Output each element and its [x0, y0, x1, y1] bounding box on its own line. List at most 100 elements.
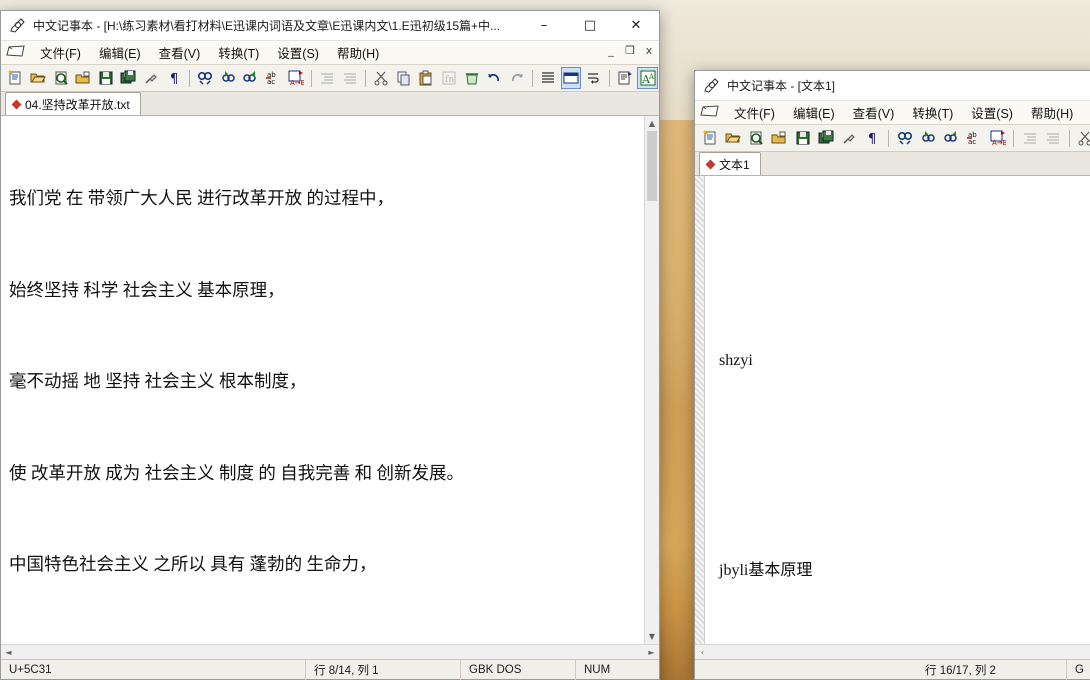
- font-icon[interactable]: AA: [637, 67, 658, 89]
- replace-icon[interactable]: ab ac: [263, 67, 284, 89]
- scroll-left-arrow-icon[interactable]: ◄: [1, 648, 16, 657]
- open-folder-icon[interactable]: [28, 67, 49, 89]
- statusbar-second: 行 16/17, 列 2 G: [695, 659, 1090, 680]
- window-title: 中文记事本 - [H:\练习素材\看打材料\E迅课内词语及文章\E迅课内文\1.…: [33, 19, 501, 33]
- text-line: jbyli基本原理: [719, 562, 813, 579]
- find-icon[interactable]: [195, 67, 216, 89]
- menu-file[interactable]: 文件(F): [725, 101, 784, 124]
- print-preview-icon[interactable]: [50, 67, 71, 89]
- find-previous-icon[interactable]: [917, 127, 938, 149]
- open-folder-icon[interactable]: [722, 127, 743, 149]
- indent-icon[interactable]: [1019, 127, 1040, 149]
- save-all-icon[interactable]: [815, 127, 836, 149]
- scroll-down-arrow-icon[interactable]: ▼: [645, 629, 659, 644]
- menu-settings[interactable]: 设置(S): [268, 41, 328, 64]
- pin-icon[interactable]: [839, 127, 860, 149]
- save-icon[interactable]: [792, 127, 813, 149]
- find-previous-icon[interactable]: [217, 67, 238, 89]
- status-charset: GBK DOS: [461, 659, 576, 680]
- align-icon[interactable]: [1043, 127, 1064, 149]
- save-icon[interactable]: [95, 67, 116, 89]
- copy-icon[interactable]: [393, 67, 414, 89]
- text-editor-main[interactable]: 我们党 在 带领广大人民 进行改革开放 的过程中， 始终坚持 科学 社会主义 基…: [1, 116, 644, 644]
- vertical-scrollbar-main[interactable]: ▲ ▼: [644, 116, 659, 644]
- editor-area-second[interactable]: shzyi jbyli基本原理 hbdyao毫不动摇 使 ggkfang改革开放…: [695, 176, 1090, 644]
- window-layout-icon[interactable]: [560, 67, 582, 89]
- svg-text:A→B: A→B: [290, 79, 304, 86]
- undo-icon[interactable]: [484, 67, 505, 89]
- menu-view[interactable]: 查看(V): [844, 101, 904, 124]
- editor-area-main[interactable]: 我们党 在 带领广大人民 进行改革开放 的过程中， 始终坚持 科学 社会主义 基…: [1, 116, 659, 644]
- delete-icon[interactable]: [461, 67, 482, 89]
- function-icon[interactable]: fn: [439, 67, 460, 89]
- tabstrip-main[interactable]: 04.坚持改革开放.txt: [1, 92, 659, 116]
- find-icon[interactable]: [894, 127, 915, 149]
- mdi-minimize-button[interactable]: _: [605, 44, 617, 58]
- find-next-icon[interactable]: [240, 67, 261, 89]
- paste-icon[interactable]: [416, 67, 437, 89]
- wrap-icon[interactable]: [583, 67, 604, 89]
- menubar-main[interactable]: 文件(F) 编辑(E) 查看(V) 转换(T) 设置(S) 帮助(H) _ ❐ …: [1, 41, 659, 65]
- list-icon[interactable]: [538, 67, 559, 89]
- align-icon[interactable]: [339, 67, 360, 89]
- pin-icon[interactable]: [141, 67, 162, 89]
- menu-edit[interactable]: 编辑(E): [784, 101, 844, 124]
- window-second-notepad[interactable]: 中文记事本 - [文本1] 文件(F) 编辑(E) 查看(V) 转换(T) 设置…: [694, 70, 1090, 680]
- text-line: 始终坚持 科学 社会主义 基本原理，: [9, 279, 285, 300]
- scroll-up-arrow-icon[interactable]: ▲: [645, 116, 659, 131]
- pilcrow-icon[interactable]: ¶: [163, 67, 184, 89]
- menu-edit[interactable]: 编辑(E): [90, 41, 150, 64]
- horizontal-scrollbar-main[interactable]: ◄ ►: [1, 644, 659, 659]
- scroll-left-arrow-icon[interactable]: ‹: [695, 648, 710, 657]
- scroll-right-arrow-icon[interactable]: ►: [644, 648, 659, 657]
- convert-ab-icon[interactable]: A→B: [987, 127, 1008, 149]
- menu-view[interactable]: 查看(V): [150, 41, 210, 64]
- mdi-close-button[interactable]: x: [643, 44, 655, 58]
- new-document-icon[interactable]: [699, 127, 720, 149]
- titlebar-main[interactable]: 中文记事本 - [H:\练习素材\看打材料\E迅课内词语及文章\E迅课内文\1.…: [1, 11, 659, 41]
- cut-icon[interactable]: [1075, 127, 1090, 149]
- tab-document[interactable]: 04.坚持改革开放.txt: [5, 92, 141, 115]
- menubar-second[interactable]: 文件(F) 编辑(E) 查看(V) 转换(T) 设置(S) 帮助(H): [695, 101, 1090, 125]
- window-controls[interactable]: – □ ✕: [521, 11, 659, 41]
- window-main-notepad[interactable]: 中文记事本 - [H:\练习素材\看打材料\E迅课内词语及文章\E迅课内文\1.…: [0, 10, 660, 680]
- menu-help[interactable]: 帮助(H): [328, 41, 388, 64]
- tab-document[interactable]: 文本1: [699, 152, 761, 175]
- maximize-button[interactable]: □: [567, 11, 613, 41]
- menu-convert[interactable]: 转换(T): [903, 101, 962, 124]
- titlebar-second[interactable]: 中文记事本 - [文本1]: [695, 71, 1090, 101]
- properties-icon[interactable]: [615, 67, 636, 89]
- toolbar-main[interactable]: ¶ ab ac A→B fn AA: [1, 65, 659, 92]
- mdi-child-controls[interactable]: _ ❐ x: [605, 44, 655, 58]
- find-next-icon[interactable]: [941, 127, 962, 149]
- modified-marker-icon: [11, 99, 22, 109]
- minimize-button[interactable]: –: [521, 11, 567, 41]
- toolbar-separator: [310, 69, 312, 87]
- mdi-restore-button[interactable]: ❐: [624, 44, 636, 58]
- redo-icon[interactable]: [506, 67, 527, 89]
- toolbar-second[interactable]: ¶ ab ac A→B: [695, 125, 1090, 152]
- save-all-icon[interactable]: [118, 67, 139, 89]
- menu-help[interactable]: 帮助(H): [1022, 101, 1082, 124]
- indent-icon[interactable]: [317, 67, 338, 89]
- status-spacer: [695, 660, 917, 680]
- toolbar-separator: [608, 69, 610, 87]
- menu-file[interactable]: 文件(F): [31, 41, 90, 64]
- document-icon: [5, 43, 27, 63]
- tabstrip-second[interactable]: 文本1: [695, 152, 1090, 176]
- convert-ab-icon[interactable]: A→B: [285, 67, 306, 89]
- save-as-icon[interactable]: [769, 127, 790, 149]
- pilcrow-icon[interactable]: ¶: [862, 127, 883, 149]
- menu-convert[interactable]: 转换(T): [209, 41, 268, 64]
- close-button[interactable]: ✕: [613, 11, 659, 41]
- print-preview-icon[interactable]: [746, 127, 767, 149]
- scrollbar-thumb[interactable]: [647, 131, 657, 201]
- new-document-icon[interactable]: [5, 67, 26, 89]
- cut-icon[interactable]: [371, 67, 392, 89]
- text-editor-second[interactable]: shzyi jbyli基本原理 hbdyao毫不动摇 使 ggkfang改革开放…: [705, 176, 1090, 644]
- replace-icon[interactable]: ab ac: [964, 127, 985, 149]
- text-line: 中国特色社会主义 之所以 具有 蓬勃的 生命力，: [9, 554, 377, 574]
- horizontal-scrollbar-second[interactable]: ‹: [695, 644, 1090, 659]
- menu-settings[interactable]: 设置(S): [962, 101, 1022, 124]
- save-as-icon[interactable]: [73, 67, 94, 89]
